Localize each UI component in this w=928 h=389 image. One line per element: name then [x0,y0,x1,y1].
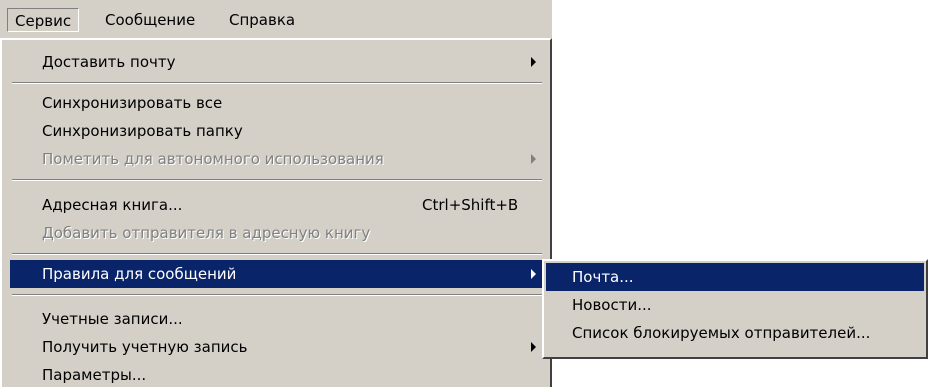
menubar-item-message[interactable]: Сообщение [98,8,202,32]
menubar-item-help[interactable]: Справка [222,8,302,32]
menu-item-options[interactable]: Параметры... [10,361,546,389]
menubar-item-service[interactable]: Сервис [7,8,80,32]
menu-item-label: Синхронизировать все [42,94,223,112]
menu-item-label: Получить учетную запись [42,338,248,356]
menu-item-get-account[interactable]: Получить учетную запись [10,333,546,361]
menu-item-shortcut: Ctrl+Shift+B [422,196,519,214]
menu-item-add-sender: Добавить отправителя в адресную книгу [10,219,546,247]
menu-item-accounts[interactable]: Учетные записи... [10,305,546,333]
menu-item-mark-offline: Пометить для автономного использования [10,145,546,173]
menu-item-label: Учетные записи... [42,310,183,328]
service-menu: Доставить почту Синхронизировать все Син… [0,38,552,387]
menu-bar: Сервис Сообщение Справка [0,0,552,40]
menu-item-message-rules[interactable]: Правила для сообщений [10,260,546,288]
submenu-arrow-icon [531,154,536,164]
submenu-item-mail[interactable]: Почта... [546,263,924,291]
menu-item-sync-folder[interactable]: Синхронизировать папку [10,117,546,145]
menu-item-label: Добавить отправителя в адресную книгу [42,224,371,242]
menu-separator [12,253,542,255]
menu-item-label: Доставить почту [42,53,176,71]
menu-separator [12,179,542,181]
menu-item-label: Параметры... [42,366,147,384]
submenu-arrow-icon [531,342,536,352]
message-rules-submenu: Почта... Новости... Список блокируемых о… [542,259,928,359]
menu-item-sync-all[interactable]: Синхронизировать все [10,89,546,117]
submenu-arrow-icon [531,269,536,279]
menu-separator [12,82,542,84]
submenu-item-blocked-senders[interactable]: Список блокируемых отправителей... [546,319,924,347]
menu-item-label: Адресная книга... [42,196,183,214]
submenu-item-news[interactable]: Новости... [546,291,924,319]
menu-item-label: Синхронизировать папку [42,122,243,140]
menu-item-address-book[interactable]: Адресная книга... Ctrl+Shift+B [10,191,546,219]
menu-item-label: Пометить для автономного использования [42,150,384,168]
menu-separator [12,294,542,296]
submenu-arrow-icon [531,57,536,67]
menu-item-label: Правила для сообщений [42,265,237,283]
menu-item-deliver-mail[interactable]: Доставить почту [10,48,546,76]
